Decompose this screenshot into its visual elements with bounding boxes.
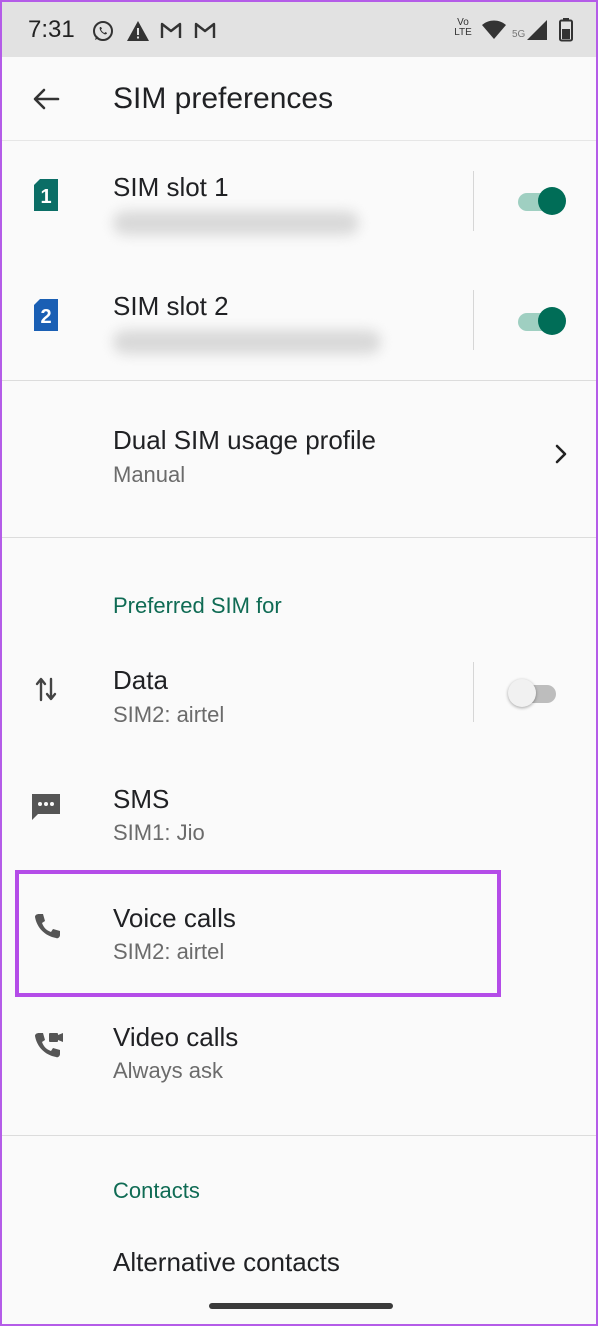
- divider: [473, 171, 474, 231]
- network-gen-label: 5G: [512, 29, 526, 40]
- data-value: SIM2: airtel: [113, 702, 225, 727]
- sim-1-badge: 1: [40, 186, 51, 208]
- sim-slot-2-toggle[interactable]: [518, 307, 566, 335]
- sim-2-icon: 2: [34, 299, 58, 331]
- page-title: SIM preferences: [113, 82, 334, 115]
- sim-slot-1-row[interactable]: 1 SIM slot 1: [2, 141, 596, 260]
- volte-indicator: Vo LTE: [454, 17, 472, 38]
- wifi-icon: [482, 20, 506, 39]
- divider: [473, 662, 474, 722]
- divider: [473, 290, 474, 350]
- sim-slot-2-label: SIM slot 2: [113, 291, 229, 321]
- back-arrow-icon[interactable]: [28, 81, 64, 117]
- screen: 7:31 Vo LTE 5G SIM preferences 1 SIM slo…: [0, 0, 598, 1326]
- video-calls-value: Always ask: [113, 1058, 224, 1083]
- sim-slot-2-number-redacted: [113, 330, 381, 354]
- gmail-icon: [160, 22, 182, 38]
- battery-icon: [559, 18, 573, 42]
- dual-sim-profile-row[interactable]: Dual SIM usage profile Manual: [2, 381, 596, 537]
- chevron-right-icon: [555, 444, 567, 464]
- section-header-preferred-sim: Preferred SIM for: [113, 593, 282, 618]
- alternative-contacts-title: Alternative contacts: [113, 1247, 340, 1277]
- gesture-nav-handle[interactable]: [209, 1303, 393, 1309]
- highlight-annotation: [15, 870, 501, 997]
- preferred-sms-row[interactable]: SMS SIM1: Jio: [2, 761, 596, 880]
- warning-icon: [127, 21, 149, 41]
- whatsapp-icon: [93, 21, 113, 41]
- sim-slot-1-toggle[interactable]: [518, 187, 566, 215]
- gmail-icon: [194, 22, 216, 38]
- preferred-video-calls-row[interactable]: Video calls Always ask: [2, 999, 596, 1135]
- sim-1-icon: 1: [34, 179, 58, 211]
- sms-title: SMS: [113, 784, 170, 814]
- divider: [2, 537, 596, 538]
- preferred-data-row[interactable]: Data SIM2: airtel: [2, 642, 596, 761]
- sms-icon: [32, 794, 60, 820]
- video-call-icon: [35, 1033, 63, 1058]
- section-header-contacts: Contacts: [113, 1178, 200, 1203]
- sim-slot-1-number-redacted: [113, 211, 359, 235]
- sim-2-badge: 2: [40, 306, 51, 328]
- data-transfer-icon: [35, 677, 57, 702]
- cell-signal-icon: [527, 20, 547, 40]
- video-calls-title: Video calls: [113, 1022, 239, 1052]
- app-bar: SIM preferences: [2, 57, 596, 141]
- status-bar: 7:31 Vo LTE 5G: [2, 2, 596, 57]
- sim-slot-1-label: SIM slot 1: [113, 172, 229, 202]
- sms-value: SIM1: Jio: [113, 820, 205, 845]
- dual-sim-profile-title: Dual SIM usage profile: [113, 425, 377, 455]
- sim-slot-2-row[interactable]: 2 SIM slot 2: [2, 260, 596, 380]
- dual-sim-profile-value: Manual: [113, 462, 186, 487]
- divider: [2, 1135, 596, 1136]
- data-toggle[interactable]: [508, 679, 556, 707]
- status-time: 7:31: [28, 16, 75, 43]
- data-title: Data: [113, 665, 168, 695]
